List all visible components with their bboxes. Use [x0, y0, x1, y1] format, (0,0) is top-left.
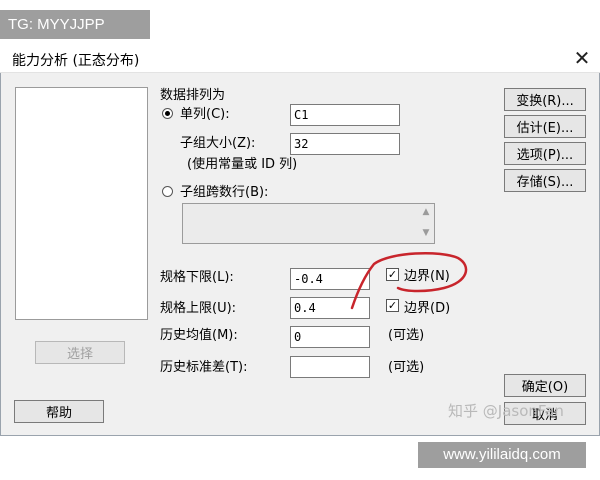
single-column-input[interactable]: C1 [290, 104, 400, 126]
transform-button[interactable]: 变换(R)... [504, 88, 586, 111]
estimate-button[interactable]: 估计(E)... [504, 115, 586, 138]
site-banner: www.yililaidq.com [418, 442, 586, 468]
subgroup-size-input[interactable]: 32 [290, 133, 400, 155]
data-arrangement-header: 数据排列为 [160, 88, 226, 103]
historical-stdev-optional: (可选) [388, 360, 425, 375]
subgroup-size-note: (使用常量或 ID 列) [187, 157, 298, 172]
tg-tag: TG: MYYJJPP [0, 10, 150, 39]
options-button[interactable]: 选项(P)... [504, 142, 586, 165]
single-column-label: 单列(C): [180, 107, 230, 122]
upper-spec-label: 规格上限(U): [160, 301, 237, 316]
variable-list[interactable] [15, 87, 148, 320]
scroll-up-icon[interactable]: ▲ [419, 207, 433, 217]
historical-stdev-input[interactable] [290, 356, 370, 378]
subgroups-across-rows-label: 子组跨数行(B): [180, 185, 269, 200]
scroll-down-icon[interactable]: ▼ [419, 228, 433, 238]
zhihu-watermark: 知乎 @JasonFan [448, 402, 564, 420]
subgroup-size-label: 子组大小(Z): [180, 136, 256, 151]
ok-button[interactable]: 确定(O) [504, 374, 586, 397]
historical-mean-label: 历史均值(M): [160, 328, 238, 343]
close-icon[interactable]: ✕ [570, 46, 594, 70]
lower-spec-label: 规格下限(L): [160, 270, 234, 285]
help-button[interactable]: 帮助 [14, 400, 104, 423]
select-button[interactable]: 选择 [35, 341, 125, 364]
red-annotation [350, 251, 468, 310]
subgroups-across-rows-box[interactable] [182, 203, 435, 244]
single-column-radio[interactable] [162, 108, 173, 119]
storage-button[interactable]: 存储(S)... [504, 169, 586, 192]
dialog-title: 能力分析 (正态分布) [12, 53, 140, 69]
historical-stdev-label: 历史标准差(T): [160, 360, 248, 375]
subgroups-across-rows-radio[interactable] [162, 186, 173, 197]
